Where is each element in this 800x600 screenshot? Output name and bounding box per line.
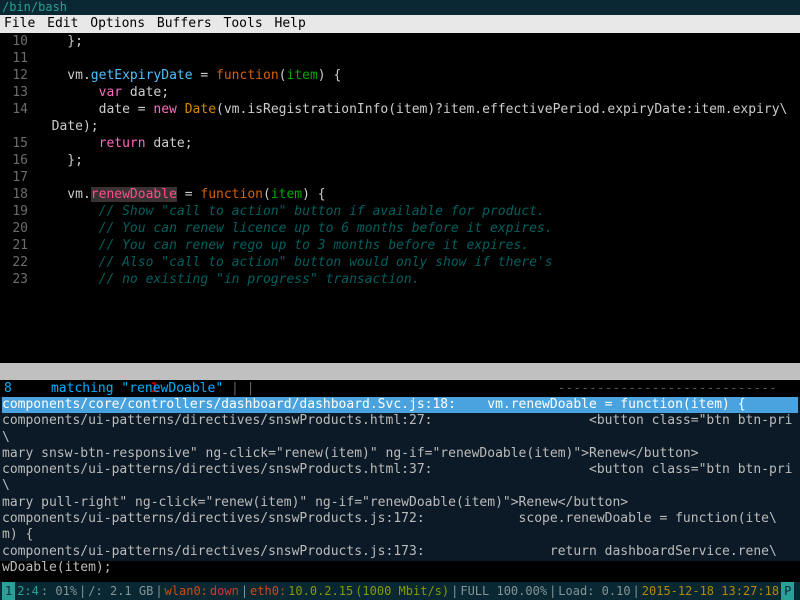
sb-flag: P	[781, 582, 794, 600]
code-line[interactable]: 11	[0, 50, 800, 67]
menu-bar: File Edit Options Buffers Tools Help	[0, 15, 800, 33]
code-line[interactable]: 22 // Also "call to action" button would…	[0, 254, 800, 271]
result-line[interactable]: components/ui-patterns/directives/snswPr…	[2, 544, 777, 559]
menu-file[interactable]: File	[4, 16, 35, 31]
sb-batt: FULL 100.00%	[460, 582, 547, 600]
menu-tools[interactable]: Tools	[224, 16, 263, 31]
code-line[interactable]: 13 var date;	[0, 84, 800, 101]
line-number: 19	[0, 203, 36, 220]
code-line[interactable]: 14 date = new Date(vm.isRegistrationInfo…	[0, 101, 800, 118]
line-number: 17	[0, 169, 36, 186]
code-text[interactable]: vm.getExpiryDate = function(item) {	[36, 67, 800, 84]
mode-line: dashboard.Svc.js 1(18,17) [Javascript-ID…	[0, 363, 800, 380]
menu-buffers[interactable]: Buffers	[157, 16, 212, 31]
search-count: 8	[4, 381, 12, 396]
code-line[interactable]: Date);	[0, 118, 800, 135]
result-line[interactable]: components/core/controllers/dashboard/da…	[2, 397, 798, 413]
line-number: 18	[0, 186, 36, 203]
line-number: 10	[0, 33, 36, 50]
result-line[interactable]: mary snsw-btn-responsive" ng-click="rene…	[2, 446, 699, 461]
code-line[interactable]: 16 };	[0, 152, 800, 169]
code-line[interactable]: 18 vm.renewDoable = function(item) {	[0, 186, 800, 203]
sb-disk: /: 2.1 GB	[88, 582, 153, 600]
sb-dim: 2:4	[17, 582, 39, 600]
sb-cpu: : 01%	[41, 582, 77, 600]
sb-load: Load: 0.10	[558, 582, 630, 600]
result-line[interactable]: mary pull-right" ng-click="renew(item)" …	[2, 495, 628, 510]
result-line[interactable]: wDoable(item);	[2, 560, 112, 575]
line-number: 14	[0, 101, 36, 118]
window-title: /bin/bash	[0, 0, 800, 15]
code-text[interactable]: };	[36, 152, 800, 169]
modeline-time: Fri Dec 18 13:27 Mail	[386, 381, 550, 396]
code-text[interactable]: // no existing "in progress" transaction…	[36, 271, 800, 288]
modeline-trail: ----------------------------	[550, 381, 777, 396]
search-label: matching	[51, 381, 114, 396]
code-text[interactable]: return date;	[36, 135, 800, 152]
code-text[interactable]: vm.renewDoable = function(item) {	[36, 186, 800, 203]
line-number: 22	[0, 254, 36, 271]
sb-iface2: eth0:	[250, 582, 286, 600]
code-text[interactable]	[36, 50, 800, 67]
menu-options[interactable]: Options	[90, 16, 145, 31]
line-number: 21	[0, 237, 36, 254]
search-results[interactable]: components/core/controllers/dashboard/da…	[0, 397, 800, 561]
sb-date: 2015-12-18 13:27:18	[642, 582, 779, 600]
line-number: 15	[0, 135, 36, 152]
menu-help[interactable]: Help	[275, 16, 306, 31]
code-line[interactable]: 17	[0, 169, 800, 186]
code-text[interactable]: // Show "call to action" button if avail…	[36, 203, 800, 220]
code-text[interactable]	[36, 169, 800, 186]
line-number: 12	[0, 67, 36, 84]
code-text[interactable]: Date);	[36, 118, 800, 135]
sb-session: 1	[2, 582, 15, 600]
status-bar: 1 2:4 : 01% | /: 2.1 GB | wlan0: down | …	[0, 582, 800, 600]
code-editor[interactable]: 10 };1112 vm.getExpiryDate = function(it…	[0, 33, 800, 363]
code-line[interactable]: 21 // You can renew rego up to 3 months …	[0, 237, 800, 254]
result-line[interactable]: components/ui-patterns/directives/snswPr…	[2, 413, 793, 444]
result-line[interactable]: components/ui-patterns/directives/snswPr…	[2, 462, 793, 493]
result-line[interactable]: m) {	[2, 527, 33, 542]
line-number	[0, 118, 36, 135]
line-number: 16	[0, 152, 36, 169]
sb-ip: 10.0.2.15	[288, 582, 353, 600]
code-line[interactable]: 15 return date;	[0, 135, 800, 152]
minibuffer[interactable]	[0, 561, 800, 582]
code-text[interactable]: };	[36, 33, 800, 50]
line-number: 11	[0, 50, 36, 67]
line-number: 13	[0, 84, 36, 101]
code-text[interactable]: var date;	[36, 84, 800, 101]
search-term: "renewDoable"	[121, 381, 223, 396]
menu-edit[interactable]: Edit	[47, 16, 78, 31]
code-line[interactable]: 12 vm.getExpiryDate = function(item) {	[0, 67, 800, 84]
code-text[interactable]: // You can renew rego up to 3 months bef…	[36, 237, 800, 254]
sb-iface1: wlan0:	[165, 582, 208, 600]
code-line[interactable]: 23 // no existing "in progress" transact…	[0, 271, 800, 288]
code-text[interactable]: // You can renew licence up to 6 months …	[36, 220, 800, 237]
line-number: 20	[0, 220, 36, 237]
sb-speed: (1000 Mbit/s)	[355, 582, 449, 600]
code-line[interactable]: 20 // You can renew licence up to 6 mont…	[0, 220, 800, 237]
line-number: 23	[0, 271, 36, 288]
code-line[interactable]: 19 // Show "call to action" button if av…	[0, 203, 800, 220]
code-line[interactable]: 10 };	[0, 33, 800, 50]
code-text[interactable]: // Also "call to action" button would on…	[36, 254, 800, 271]
code-text[interactable]: date = new Date(vm.isRegistrationInfo(it…	[36, 101, 800, 118]
result-line[interactable]: components/ui-patterns/directives/snswPr…	[2, 511, 777, 526]
sb-iface1-status: down	[210, 582, 239, 600]
